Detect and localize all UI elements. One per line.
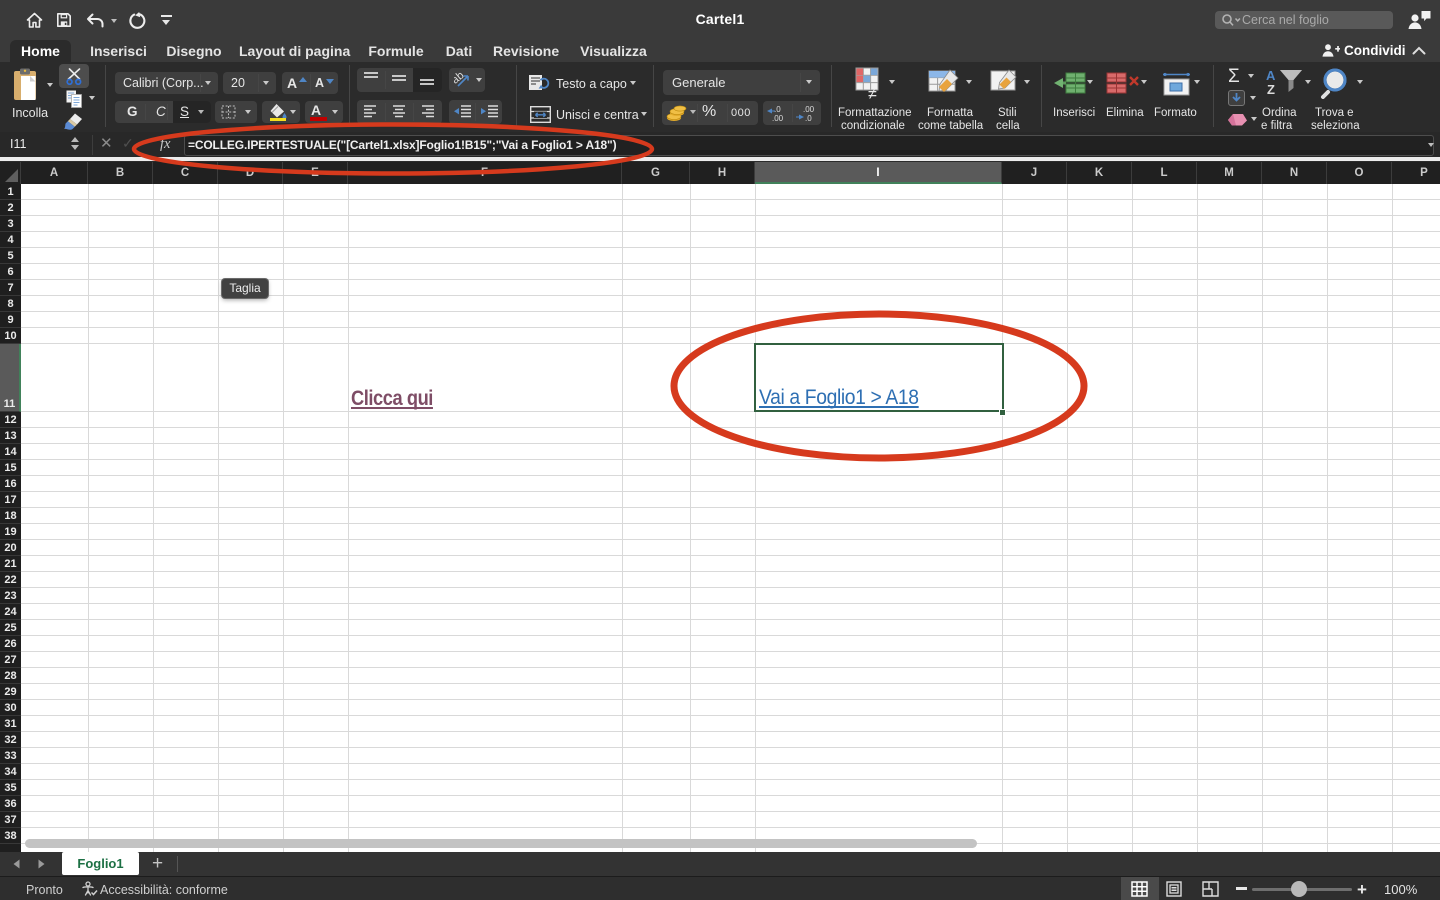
svg-text:.00: .00 [772, 114, 784, 122]
svg-text:.0: .0 [805, 114, 812, 122]
svg-text:Z: Z [1267, 82, 1275, 97]
svg-text:≠: ≠ [868, 86, 877, 99]
svg-text:.00: .00 [803, 105, 815, 114]
svg-text:A: A [1266, 68, 1276, 83]
svg-text:.0: .0 [774, 105, 781, 114]
